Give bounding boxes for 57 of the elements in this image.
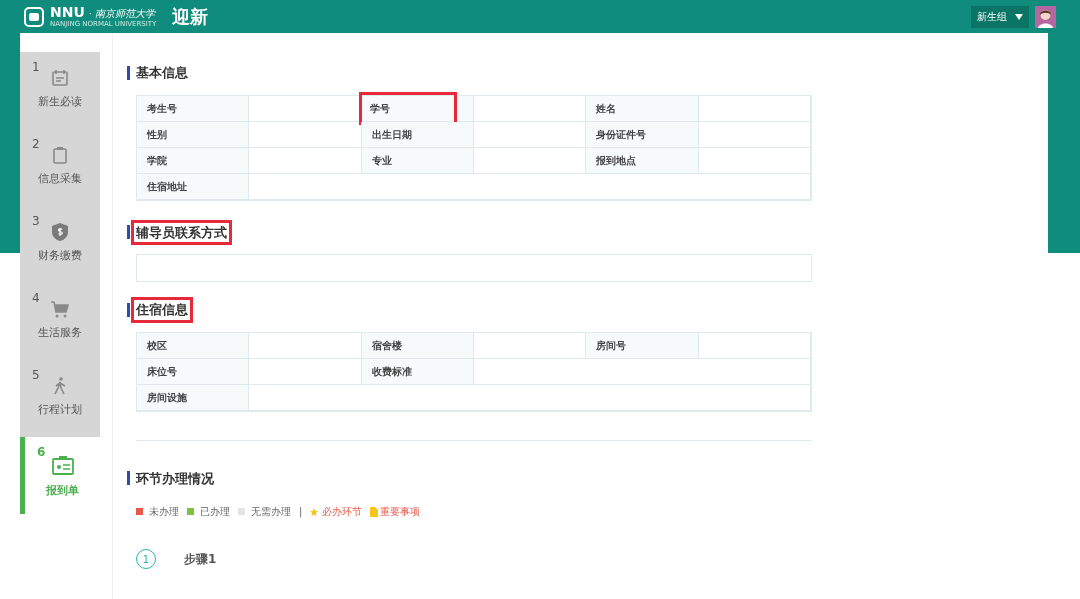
field-label: 房间设施	[147, 390, 187, 405]
field-label: 出生日期	[371, 127, 412, 142]
field-label: 姓名	[596, 101, 617, 116]
field-label: 住宿地址	[147, 179, 187, 194]
avatar[interactable]	[1035, 5, 1056, 28]
clipboard-icon	[50, 145, 70, 165]
brand-name: NNU	[50, 5, 85, 19]
legend-label: 重要事项	[380, 505, 421, 519]
shield-dollar-icon	[50, 222, 70, 242]
step-label: 新生必读	[38, 94, 82, 110]
step-label: 行程计划	[38, 402, 82, 418]
field-label: 校区	[147, 338, 167, 353]
step-number: 3	[32, 213, 40, 230]
section-title: 辅导员联系方式	[134, 222, 229, 242]
field-label: 报到地点	[596, 153, 637, 168]
step-number: 2	[32, 136, 40, 153]
step-label: 财务缴费	[38, 248, 82, 264]
step-number: 6	[37, 444, 46, 461]
step-number: 1	[32, 59, 40, 76]
brand-chinese-name: · 南京师范大学	[88, 9, 156, 19]
sidebar-step[interactable]: 2 信息采集	[20, 129, 100, 206]
sidebar-step[interactable]: 5 行程计划	[20, 360, 100, 437]
cart-icon	[50, 299, 70, 319]
sidebar-step[interactable]: 4 生活服务	[20, 283, 100, 360]
step-label: 信息采集	[38, 171, 82, 187]
step-number: 4	[32, 290, 40, 307]
caret-icon	[1015, 13, 1023, 20]
field-label: 性别	[147, 127, 167, 142]
field-label: 专业	[371, 153, 392, 168]
field-label: 房间号	[596, 338, 627, 353]
legend-label: 无需办理	[251, 505, 291, 519]
university-logo-icon	[24, 6, 44, 27]
step-label: 报到单	[46, 483, 79, 499]
legend-label: 必办环节	[322, 505, 363, 519]
section-title: 基本信息	[135, 64, 189, 82]
field-label: 学院	[147, 153, 167, 168]
step-number: 5	[32, 367, 40, 384]
calendar-icon	[50, 68, 70, 88]
step-label: 生活服务	[38, 325, 82, 341]
step-title: 步骤1	[184, 551, 217, 568]
document-icon	[370, 506, 379, 517]
sidebar-step[interactable]: 3 财务缴费	[20, 206, 100, 283]
star-icon	[310, 507, 319, 516]
section-title: 环节办理情况	[134, 469, 215, 488]
field-label: 身份证件号	[596, 127, 647, 142]
legend-label: 已办理	[200, 505, 230, 519]
field-label: 床位号	[147, 364, 177, 379]
user-group-dropdown[interactable]: 新生组	[971, 5, 1029, 28]
field-label: 收费标准	[371, 364, 412, 379]
field-label: 考生号	[147, 101, 177, 116]
id-card-icon	[50, 453, 75, 477]
sidebar-step[interactable]: 1 新生必读	[20, 52, 100, 129]
legend-label: 未办理	[149, 505, 179, 519]
legend-separator: |	[299, 505, 303, 519]
app-title: 迎新	[172, 5, 209, 29]
field-label: 宿舍楼	[371, 338, 402, 353]
section-title: 住宿信息	[134, 300, 190, 320]
